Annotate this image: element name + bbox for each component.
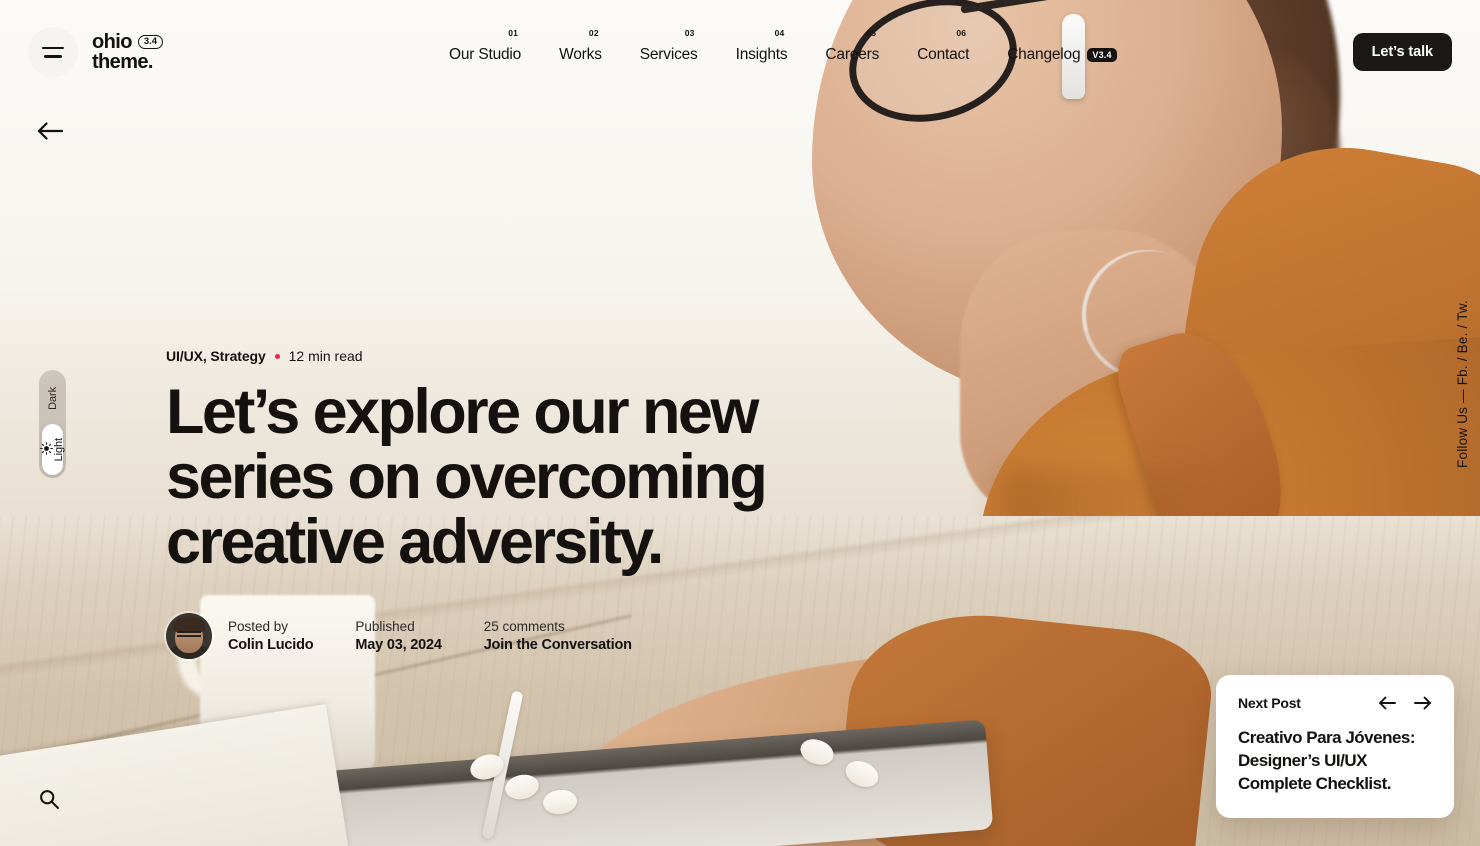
- nav-label: Contact: [917, 46, 970, 63]
- hero-content: UI/UX, Strategy 12 min read Let’s explor…: [166, 348, 806, 659]
- next-post-title[interactable]: Creativo Para Jóvenes: Designer’s UI/UX …: [1238, 727, 1432, 796]
- nav-item-insights[interactable]: 04 Insights: [735, 28, 788, 64]
- meta-label: Posted by: [228, 618, 289, 634]
- theme-light-label: Light: [53, 437, 65, 462]
- hamburger-menu-button[interactable]: [28, 27, 78, 77]
- nav-label: Services: [639, 46, 698, 63]
- avatar: [166, 612, 212, 659]
- nav-number: 06: [956, 28, 967, 38]
- nav-item-services[interactable]: 03 Services: [639, 28, 698, 64]
- theme-option-dark[interactable]: Dark: [42, 373, 63, 424]
- nav-label: Insights: [735, 46, 788, 63]
- next-post-label: Next Post: [1238, 695, 1301, 712]
- theme-option-light[interactable]: Light: [40, 424, 65, 475]
- nav-item-contact[interactable]: 06 Contact: [917, 28, 970, 64]
- post-meta-line: UI/UX, Strategy 12 min read: [166, 348, 806, 364]
- nav-label: Our Studio: [449, 46, 522, 63]
- join-conversation-link[interactable]: Join the Conversation: [484, 637, 632, 653]
- arrow-left-icon[interactable]: [1378, 695, 1396, 711]
- nav-item-our-studio[interactable]: 01 Our Studio: [449, 28, 522, 64]
- nav-label: Careers: [825, 46, 880, 63]
- nav-number: 02: [588, 28, 599, 38]
- meta-posted-by: Posted by Colin Lucido: [228, 618, 314, 653]
- brand-version-badge: 3.4: [137, 34, 164, 50]
- meta-comments: 25 comments Join the Conversation: [484, 619, 632, 653]
- changelog-version-badge: V3.4: [1087, 48, 1117, 62]
- follow-us-social-rail[interactable]: Follow Us — Fb. / Be. / Tw.: [1455, 300, 1470, 468]
- page-title: Let’s explore our new series on overcomi…: [166, 377, 768, 577]
- hamburger-icon-bar: [42, 46, 64, 49]
- next-post-nav-arrows: [1378, 695, 1432, 711]
- post-read-time: 12 min read: [288, 348, 363, 364]
- brand-name-line1: ohio: [92, 31, 132, 53]
- nav-item-careers[interactable]: 05 Careers: [825, 28, 880, 64]
- brand-row-top: ohio 3.4: [92, 31, 164, 53]
- next-post-card[interactable]: Next Post Creativo Para Jóvenes: Designe…: [1216, 675, 1454, 818]
- main-navigation: 01 Our Studio 02 Works 03 Services 04 In…: [213, 28, 1353, 64]
- meta-label: Published: [355, 618, 415, 634]
- nav-number: 03: [684, 28, 695, 38]
- nav-label: Changelog: [1007, 46, 1081, 63]
- meta-publish-date: May 03, 2024: [355, 636, 442, 653]
- meta-author-name: Colin Lucido: [228, 636, 314, 653]
- nav-number: 05: [866, 28, 877, 38]
- search-icon[interactable]: [38, 788, 60, 810]
- theme-toggle[interactable]: Dark Light: [39, 370, 66, 478]
- brand-row-bottom: theme.: [92, 52, 163, 72]
- theme-dark-label: Dark: [46, 387, 59, 410]
- hamburger-icon-bar: [44, 55, 62, 58]
- post-author-meta: Posted by Colin Lucido Published May 03,…: [166, 612, 806, 659]
- next-post-header: Next Post: [1238, 695, 1432, 711]
- meta-comment-count: 25 comments: [483, 618, 565, 634]
- nav-item-changelog[interactable]: Changelog V3.4: [1007, 40, 1117, 64]
- arrow-right-icon[interactable]: [1414, 695, 1432, 711]
- page-root: ohio 3.4 theme. 01 Our Studio 02 Works 0…: [0, 0, 1480, 846]
- sun-icon: [40, 442, 53, 455]
- separator-dot-icon: [274, 353, 280, 359]
- post-categories: UI/UX, Strategy: [166, 348, 266, 364]
- brand-name-line2: theme.: [92, 51, 153, 73]
- nav-number: 04: [774, 28, 785, 38]
- back-arrow-icon[interactable]: [36, 118, 64, 144]
- nav-label: Works: [559, 46, 602, 63]
- site-header: ohio 3.4 theme. 01 Our Studio 02 Works 0…: [0, 0, 1480, 104]
- nav-item-works[interactable]: 02 Works: [559, 28, 602, 64]
- nav-number: 01: [508, 28, 519, 38]
- meta-published: Published May 03, 2024: [355, 619, 441, 653]
- avatar-glasses: [177, 630, 201, 637]
- lets-talk-button[interactable]: Let’s talk: [1352, 33, 1452, 71]
- brand-logo[interactable]: ohio 3.4 theme.: [92, 31, 164, 72]
